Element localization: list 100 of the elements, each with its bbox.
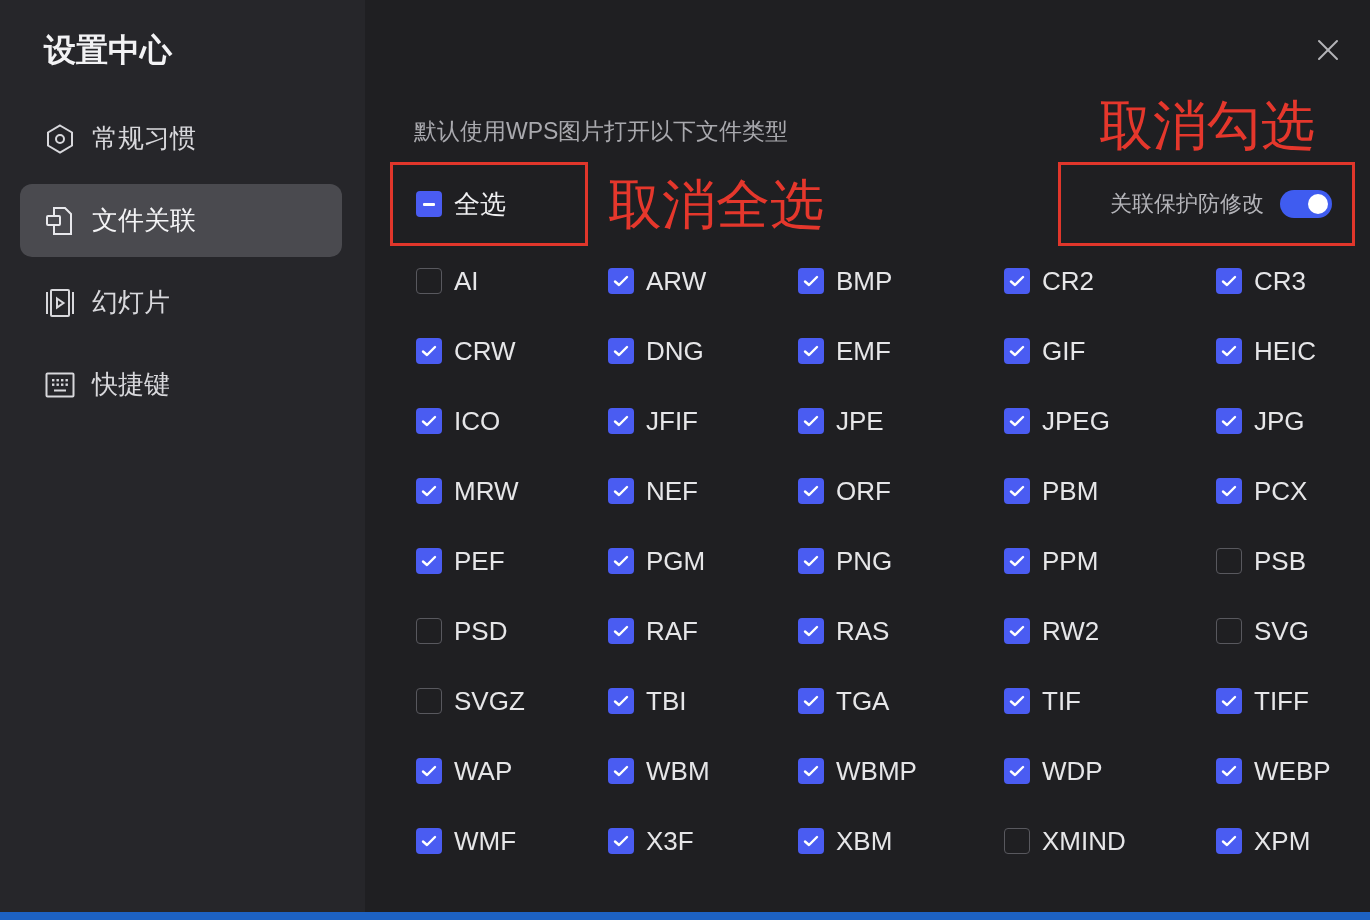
- check-icon: [613, 835, 629, 847]
- check-icon: [1009, 345, 1025, 357]
- checkbox[interactable]: [798, 338, 824, 364]
- check-icon: [613, 765, 629, 777]
- checkbox-label: 全选: [454, 188, 506, 220]
- checkbox[interactable]: [416, 338, 442, 364]
- toggle-switch[interactable]: [1280, 190, 1332, 218]
- checkbox[interactable]: [1004, 478, 1030, 504]
- check-icon: [421, 835, 437, 847]
- slideshow-icon: [45, 287, 75, 318]
- checkbox-label: WBM: [646, 755, 710, 787]
- check-icon: [803, 835, 819, 847]
- check-icon: [613, 345, 629, 357]
- checkbox[interactable]: [798, 408, 824, 434]
- checkbox-label: HEIC: [1254, 335, 1317, 367]
- check-icon: [613, 485, 629, 497]
- checkbox[interactable]: [798, 758, 824, 784]
- checkbox[interactable]: [608, 548, 634, 574]
- checkbox[interactable]: [798, 688, 824, 714]
- checkbox-label: NEF: [646, 475, 698, 507]
- checkbox-label: X3F: [646, 825, 694, 857]
- checkbox-label: CR2: [1042, 265, 1094, 297]
- check-icon: [803, 415, 819, 427]
- checkbox[interactable]: [1216, 548, 1242, 574]
- checkbox[interactable]: [1216, 828, 1242, 854]
- checkbox[interactable]: [798, 618, 824, 644]
- checkbox[interactable]: [1216, 688, 1242, 714]
- checkbox[interactable]: [416, 191, 442, 217]
- sidebar-item[interactable]: 快捷键: [20, 348, 342, 421]
- checkbox[interactable]: [1004, 618, 1030, 644]
- sidebar-item[interactable]: 文件关联: [20, 184, 342, 257]
- sidebar-item[interactable]: 常规习惯: [20, 102, 342, 175]
- checkbox[interactable]: [608, 758, 634, 784]
- checkbox[interactable]: [608, 478, 634, 504]
- checkbox[interactable]: [1216, 478, 1242, 504]
- checkbox[interactable]: [1004, 338, 1030, 364]
- checkbox[interactable]: [1004, 408, 1030, 434]
- checkbox-label: TIFF: [1254, 685, 1309, 717]
- checkbox[interactable]: [798, 268, 824, 294]
- check-icon: [1221, 415, 1237, 427]
- checkbox[interactable]: [608, 688, 634, 714]
- checkbox-label: ICO: [454, 405, 501, 437]
- check-icon: [1009, 695, 1025, 707]
- description-text: 默认使用WPS图片打开以下文件类型: [413, 117, 789, 146]
- checkbox-label: XMIND: [1042, 825, 1126, 857]
- checkbox[interactable]: [416, 618, 442, 644]
- checkbox-label: SVG: [1254, 615, 1309, 647]
- checkbox[interactable]: [416, 478, 442, 504]
- check-icon: [421, 485, 437, 497]
- checkbox-label: TIF: [1042, 685, 1081, 717]
- checkbox[interactable]: [1216, 758, 1242, 784]
- checkbox[interactable]: [1004, 758, 1030, 784]
- checkbox[interactable]: [1004, 268, 1030, 294]
- checkbox[interactable]: [1216, 408, 1242, 434]
- checkbox-label: WAP: [454, 755, 513, 787]
- checkbox[interactable]: [1216, 268, 1242, 294]
- checkbox[interactable]: [608, 268, 634, 294]
- checkbox[interactable]: [798, 548, 824, 574]
- check-icon: [421, 765, 437, 777]
- checkbox[interactable]: [416, 758, 442, 784]
- check-icon: [803, 555, 819, 567]
- check-icon: [1009, 765, 1025, 777]
- checkbox[interactable]: [416, 408, 442, 434]
- check-icon: [613, 275, 629, 287]
- check-icon: [803, 625, 819, 637]
- checkbox[interactable]: [608, 338, 634, 364]
- minus-icon: [423, 202, 435, 206]
- checkbox[interactable]: [798, 828, 824, 854]
- check-icon: [803, 695, 819, 707]
- checkbox[interactable]: [1216, 618, 1242, 644]
- check-icon: [803, 275, 819, 287]
- check-icon: [613, 415, 629, 427]
- checkbox[interactable]: [416, 688, 442, 714]
- checkbox[interactable]: [1004, 688, 1030, 714]
- check-icon: [1009, 275, 1025, 287]
- checkbox[interactable]: [416, 548, 442, 574]
- annotation-text: 取消勾选: [1099, 98, 1315, 152]
- sidebar-item[interactable]: 幻灯片: [20, 266, 342, 339]
- checkbox[interactable]: [1004, 548, 1030, 574]
- checkbox[interactable]: [608, 828, 634, 854]
- checkbox[interactable]: [798, 478, 824, 504]
- checkbox-label: PSD: [454, 615, 508, 647]
- checkbox[interactable]: [1216, 338, 1242, 364]
- checkbox-label: PNG: [836, 545, 893, 577]
- check-icon: [1009, 625, 1025, 637]
- checkbox-label: ORF: [836, 475, 891, 507]
- checkbox-label: WEBP: [1254, 755, 1331, 787]
- check-icon: [1221, 695, 1237, 707]
- check-icon: [1221, 765, 1237, 777]
- checkbox-label: CRW: [454, 335, 516, 367]
- checkbox[interactable]: [608, 408, 634, 434]
- checkbox-label: RAF: [646, 615, 698, 647]
- document-icon: [45, 205, 75, 236]
- checkbox[interactable]: [416, 828, 442, 854]
- checkbox[interactable]: [608, 618, 634, 644]
- checkbox-label: JPG: [1254, 405, 1305, 437]
- checkbox-label: PGM: [646, 545, 706, 577]
- checkbox-label: BMP: [836, 265, 893, 297]
- checkbox[interactable]: [1004, 828, 1030, 854]
- checkbox[interactable]: [416, 268, 442, 294]
